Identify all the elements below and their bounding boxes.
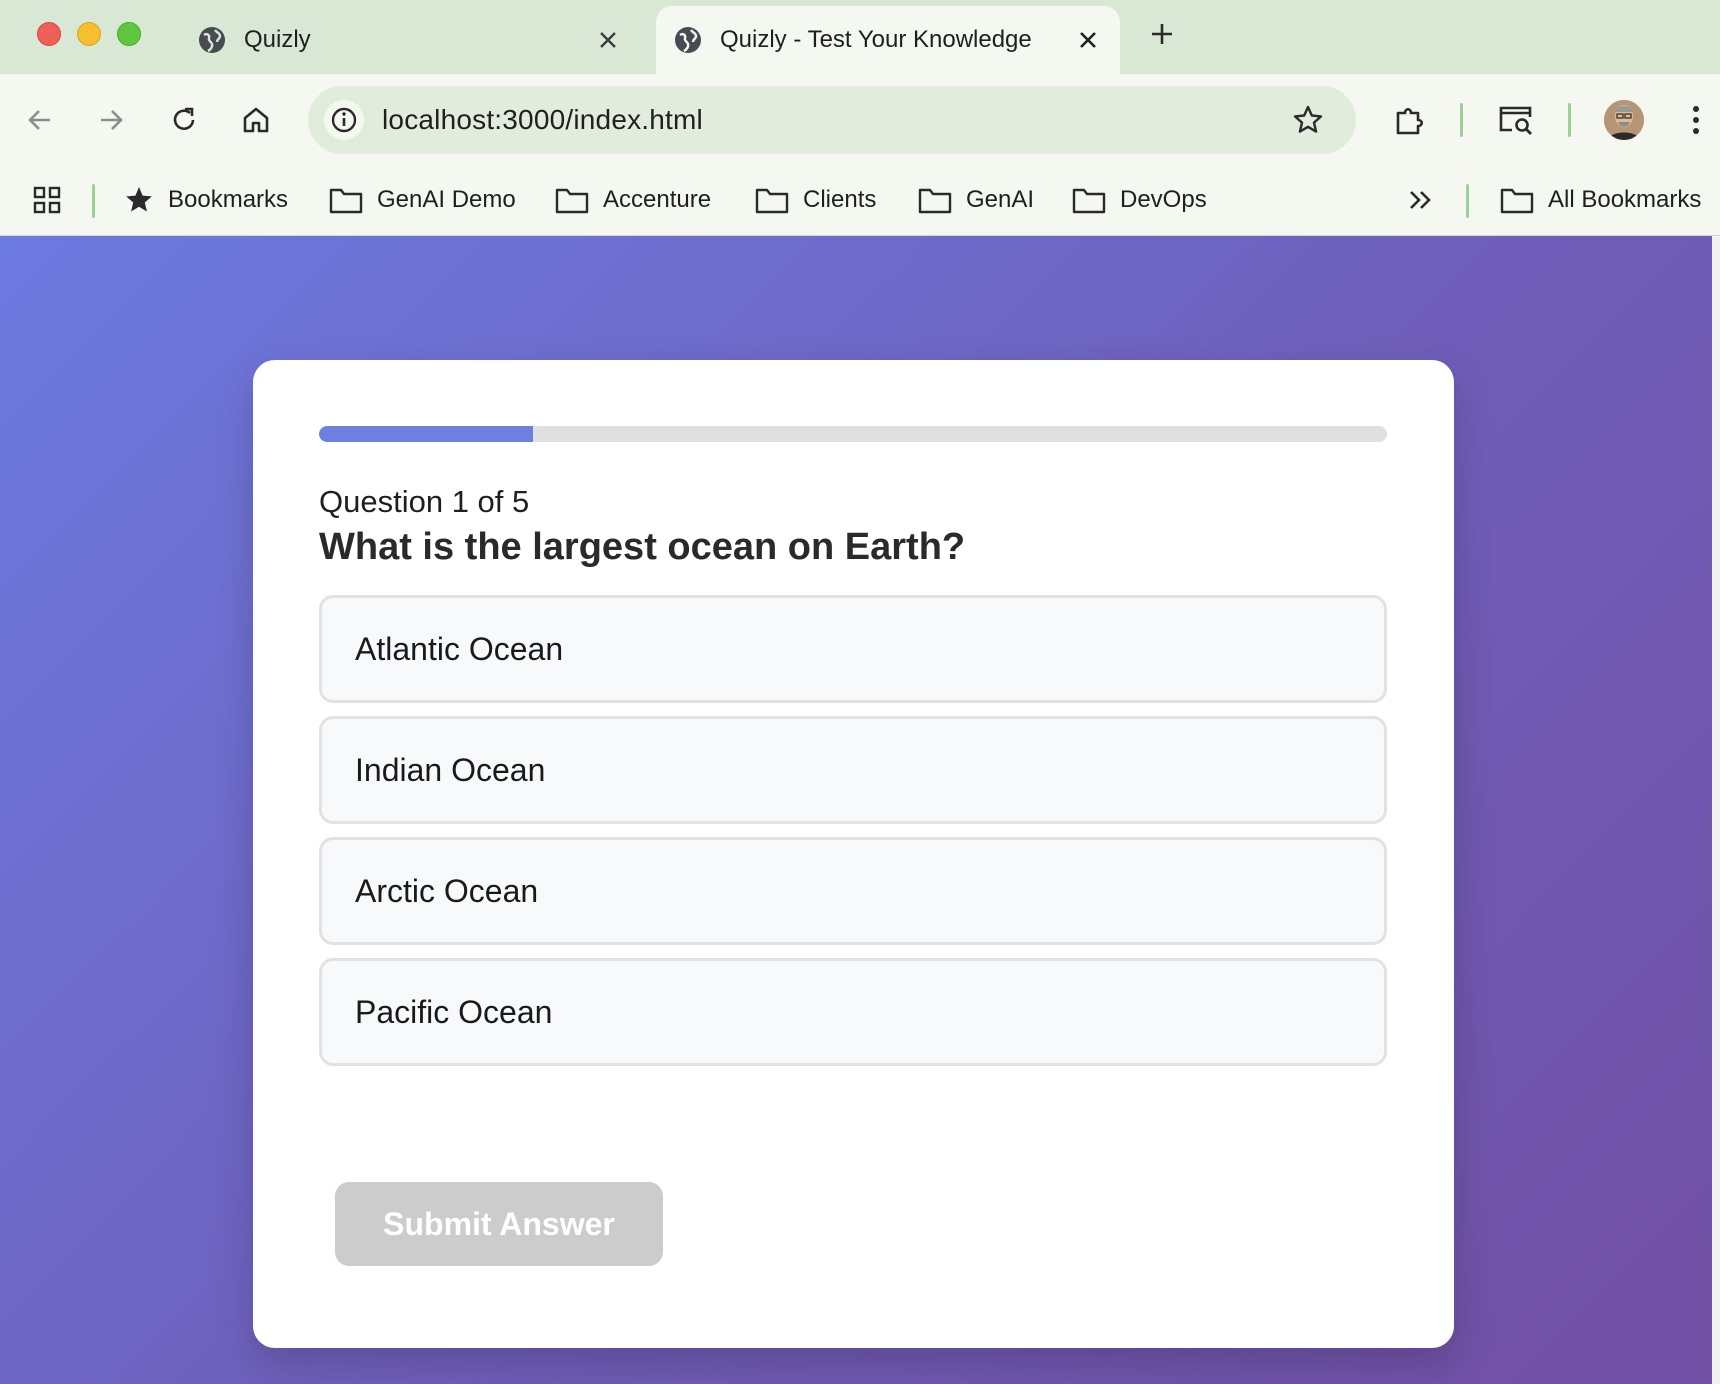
apps-button[interactable]	[32, 180, 76, 220]
reload-icon	[173, 107, 195, 130]
maximize-window-button[interactable]	[117, 22, 141, 46]
browser-menu-button[interactable]	[1676, 100, 1716, 140]
tab-quizly[interactable]: Quizly	[180, 6, 640, 74]
address-bar[interactable]: localhost:3000/index.html	[308, 86, 1356, 154]
bookmarks-separator	[1466, 184, 1469, 218]
bookmarks-bar: Bookmarks GenAI Demo Accenture Clients G…	[0, 166, 1720, 236]
folder-icon	[1500, 188, 1534, 214]
question-text: What is the largest ocean on Earth?	[319, 526, 966, 568]
question-counter: Question 1 of 5	[319, 484, 530, 519]
bookmark-label: Accenture	[603, 186, 712, 213]
kebab-menu-icon	[1693, 106, 1699, 134]
bookmark-label: Bookmarks	[168, 186, 289, 213]
tab-quizly-test[interactable]: Quizly - Test Your Knowledge	[656, 6, 1120, 74]
folder-icon	[329, 188, 363, 214]
folder-icon	[555, 188, 589, 214]
bookmark-star-icon[interactable]	[1288, 100, 1328, 140]
double-chevron-right-icon	[1410, 191, 1431, 209]
star-icon	[126, 187, 152, 212]
submit-answer-button[interactable]: Submit Answer	[335, 1182, 663, 1266]
close-tab-icon[interactable]	[1074, 26, 1102, 54]
bookmark-bookmarks[interactable]: Bookmarks	[124, 180, 288, 220]
all-bookmarks-button[interactable]: All Bookmarks	[1500, 180, 1701, 220]
bookmark-folder-clients[interactable]: Clients	[755, 180, 876, 220]
bookmark-label: DevOps	[1120, 186, 1207, 213]
globe-icon	[198, 26, 226, 54]
quiz-page: Question 1 of 5 What is the largest ocea…	[0, 236, 1712, 1384]
close-window-button[interactable]	[37, 22, 61, 46]
back-button[interactable]	[20, 100, 60, 140]
folder-icon	[755, 188, 789, 214]
url-text[interactable]: localhost:3000/index.html	[382, 104, 703, 136]
globe-icon	[674, 26, 702, 54]
extensions-button[interactable]	[1390, 100, 1430, 140]
home-icon	[243, 107, 269, 133]
quiz-card: Question 1 of 5 What is the largest ocea…	[253, 360, 1454, 1348]
puzzle-piece-icon	[1396, 107, 1424, 135]
arrow-right-icon	[101, 110, 123, 130]
answer-option[interactable]: Arctic Ocean	[319, 837, 1387, 945]
apps-grid-icon	[33, 186, 61, 214]
plus-icon	[1152, 24, 1172, 44]
answer-option[interactable]: Indian Ocean	[319, 716, 1387, 824]
folder-icon	[918, 188, 952, 214]
progress-bar-fill	[319, 426, 533, 442]
tab-search-button[interactable]	[1496, 100, 1536, 140]
bookmark-folder-devops[interactable]: DevOps	[1072, 180, 1207, 220]
bookmark-folder-genai[interactable]: GenAI	[918, 180, 1034, 220]
bookmark-label: GenAI Demo	[377, 186, 516, 213]
tab-title: Quizly - Test Your Knowledge	[720, 26, 1032, 53]
reload-button[interactable]	[164, 100, 204, 140]
toolbar-separator	[1460, 103, 1463, 137]
bookmarks-overflow-button[interactable]	[1408, 180, 1448, 220]
bookmark-folder-genai-demo[interactable]: GenAI Demo	[329, 180, 516, 220]
bookmarks-separator	[92, 184, 95, 218]
tab-title: Quizly	[244, 26, 311, 53]
tab-search-icon	[1499, 106, 1532, 135]
answer-option[interactable]: Pacific Ocean	[319, 958, 1387, 1066]
new-tab-button[interactable]	[1146, 18, 1178, 50]
progress-bar	[319, 426, 1387, 442]
browser-toolbar: localhost:3000/index.html	[0, 74, 1720, 166]
answer-option[interactable]: Atlantic Ocean	[319, 595, 1387, 703]
toolbar-separator	[1568, 103, 1571, 137]
close-tab-icon[interactable]	[594, 26, 622, 54]
scrollbar-track[interactable]	[1712, 236, 1720, 1384]
site-info-icon[interactable]	[324, 100, 364, 140]
bookmark-label: GenAI	[966, 186, 1035, 213]
bookmark-label: Clients	[803, 186, 877, 213]
folder-icon	[1072, 188, 1106, 214]
profile-avatar[interactable]	[1604, 100, 1644, 140]
minimize-window-button[interactable]	[77, 22, 101, 46]
bookmark-label: All Bookmarks	[1548, 186, 1702, 213]
forward-button[interactable]	[91, 100, 131, 140]
bookmark-folder-accenture[interactable]: Accenture	[555, 180, 711, 220]
home-button[interactable]	[236, 100, 276, 140]
arrow-left-icon	[28, 110, 50, 130]
tab-strip: Quizly Quizly - Test Your Knowledge	[0, 0, 1720, 74]
